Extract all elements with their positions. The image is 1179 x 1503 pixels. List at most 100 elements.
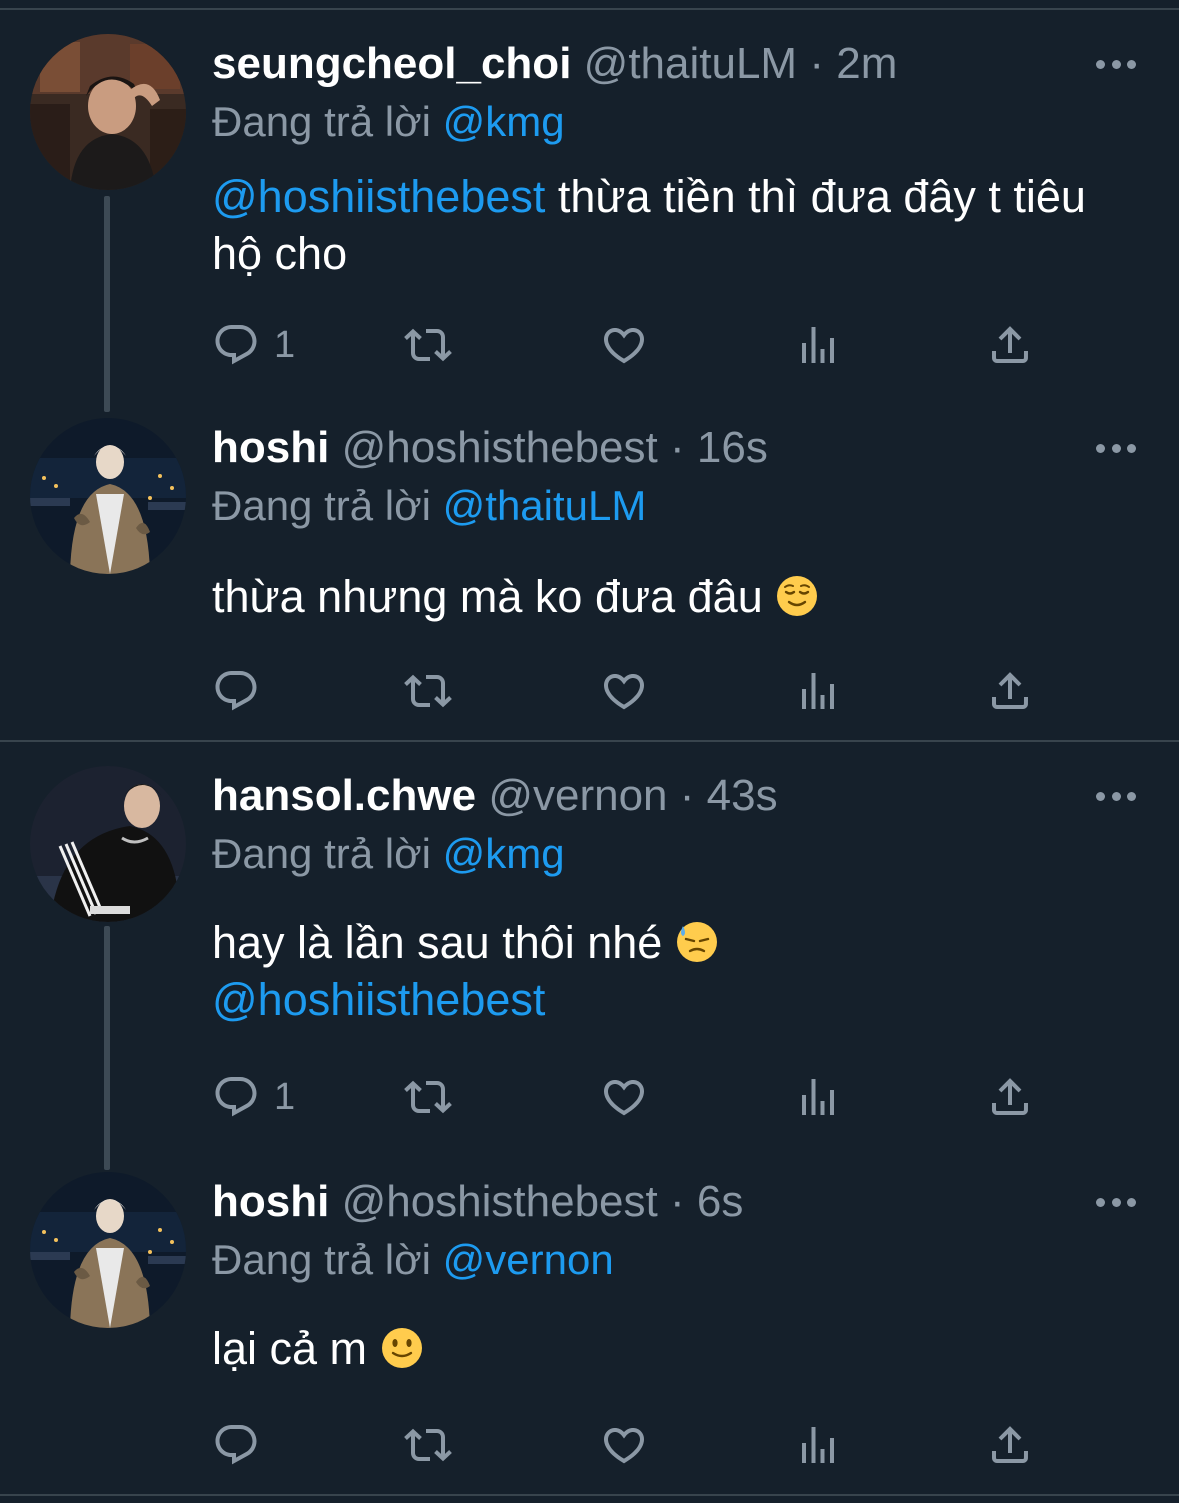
more-options-icon[interactable] bbox=[1096, 442, 1136, 454]
share-button[interactable] bbox=[986, 1072, 1034, 1122]
replying-to-label: Đang trả lời bbox=[212, 830, 431, 877]
thread-connector bbox=[104, 926, 110, 1170]
share-button[interactable] bbox=[986, 1420, 1034, 1470]
retweet-button[interactable] bbox=[404, 320, 452, 370]
analytics-icon bbox=[794, 667, 842, 715]
reply-to-mention[interactable]: @vernon bbox=[443, 1236, 614, 1283]
like-icon bbox=[600, 1073, 648, 1121]
retweet-button[interactable] bbox=[404, 1072, 452, 1122]
tweet-body: hay là lần sau thôi nhé bbox=[212, 917, 663, 968]
separator: · bbox=[669, 423, 685, 472]
share-icon bbox=[986, 667, 1034, 715]
analytics-button[interactable] bbox=[794, 1420, 842, 1470]
analytics-icon bbox=[794, 1421, 842, 1469]
tweet-body: lại cả m bbox=[212, 1323, 368, 1374]
reply-button[interactable] bbox=[212, 666, 274, 716]
thread-connector bbox=[104, 196, 110, 412]
user-handle[interactable]: @vernon bbox=[488, 771, 667, 820]
replying-to-label: Đang trả lời bbox=[212, 98, 431, 145]
analytics-button[interactable] bbox=[794, 666, 842, 716]
like-button[interactable] bbox=[600, 666, 648, 716]
tweet-text: hay là lần sau thôi nhé @hoshiisthebest bbox=[212, 914, 1112, 1028]
reply-icon bbox=[212, 667, 260, 715]
timestamp[interactable]: 6s bbox=[697, 1177, 743, 1226]
reply-to-mention[interactable]: @kmg bbox=[443, 98, 565, 145]
tweet-hansol[interactable]: hansol.chwe @vernon · 43s Đang trả lời @… bbox=[0, 742, 1179, 1170]
reply-button[interactable] bbox=[212, 1420, 274, 1470]
tweet-body: thừa nhưng mà ko đưa đâu bbox=[212, 571, 763, 622]
user-handle[interactable]: @thaituLM bbox=[584, 39, 797, 88]
tweet-hoshi-1[interactable]: hoshi @hoshisthebest · 16s Đang trả lời … bbox=[0, 400, 1179, 740]
reply-count: 1 bbox=[274, 1075, 296, 1118]
avatar[interactable] bbox=[30, 766, 186, 922]
reply-icon bbox=[212, 1421, 260, 1469]
slightly-smiling-face-emoji bbox=[381, 1328, 422, 1368]
display-name[interactable]: seungcheol_choi bbox=[212, 39, 571, 88]
retweet-icon bbox=[404, 1073, 452, 1121]
timestamp[interactable]: 2m bbox=[836, 39, 897, 88]
separator: · bbox=[809, 39, 824, 88]
retweet-icon bbox=[404, 321, 452, 369]
retweet-icon bbox=[404, 667, 452, 715]
text-mention[interactable]: @hoshiisthebest bbox=[212, 171, 545, 222]
like-button[interactable] bbox=[600, 1420, 648, 1470]
reply-button[interactable]: 1 bbox=[212, 320, 295, 370]
analytics-icon bbox=[794, 1073, 842, 1121]
tweet-header: seungcheol_choi @thaituLM · 2m bbox=[212, 36, 897, 92]
display-name[interactable]: hansol.chwe bbox=[212, 771, 476, 820]
tweet-text: @hoshiisthebest thừa tiền thì đưa đây t … bbox=[212, 168, 1112, 282]
retweet-button[interactable] bbox=[404, 1420, 452, 1470]
display-name[interactable]: hoshi bbox=[212, 1177, 329, 1226]
replying-to: Đang trả lời @vernon bbox=[212, 1232, 614, 1288]
tweet-text: thừa nhưng mà ko đưa đâu bbox=[212, 568, 1112, 625]
tweet-actions bbox=[212, 1420, 1052, 1470]
analytics-button[interactable] bbox=[794, 1072, 842, 1122]
share-icon bbox=[986, 321, 1034, 369]
more-options-icon[interactable] bbox=[1096, 58, 1136, 70]
tweet-actions: 1 bbox=[212, 320, 1052, 370]
analytics-button[interactable] bbox=[794, 320, 842, 370]
tweet-seungcheol[interactable]: seungcheol_choi @thaituLM · 2m Đang trả … bbox=[0, 0, 1179, 412]
reply-to-mention[interactable]: @kmg bbox=[443, 830, 565, 877]
like-button[interactable] bbox=[600, 320, 648, 370]
tweet-hoshi-2[interactable]: hoshi @hoshisthebest · 6s Đang trả lời @… bbox=[0, 1160, 1179, 1495]
reply-icon bbox=[212, 1073, 260, 1121]
retweet-icon bbox=[404, 1421, 452, 1469]
tweet-header: hansol.chwe @vernon · 43s bbox=[212, 768, 778, 824]
avatar[interactable] bbox=[30, 34, 186, 190]
bottom-divider bbox=[0, 1494, 1179, 1496]
tweet-header: hoshi @hoshisthebest · 16s bbox=[212, 420, 768, 476]
timestamp[interactable]: 43s bbox=[707, 771, 778, 820]
avatar[interactable] bbox=[30, 1172, 186, 1328]
replying-to-label: Đang trả lời bbox=[212, 482, 431, 529]
more-options-icon[interactable] bbox=[1096, 1196, 1136, 1208]
tweet-header: hoshi @hoshisthebest · 6s bbox=[212, 1174, 743, 1230]
share-icon bbox=[986, 1073, 1034, 1121]
more-options-icon[interactable] bbox=[1096, 790, 1136, 802]
analytics-icon bbox=[794, 321, 842, 369]
display-name[interactable]: hoshi bbox=[212, 423, 329, 472]
tweet-text: lại cả m bbox=[212, 1320, 1112, 1377]
like-icon bbox=[600, 321, 648, 369]
like-icon bbox=[600, 667, 648, 715]
replying-to-label: Đang trả lời bbox=[212, 1236, 431, 1283]
replying-to: Đang trả lời @kmg bbox=[212, 826, 565, 882]
tweet-actions: 1 bbox=[212, 1072, 1052, 1122]
relieved-face-emoji bbox=[777, 576, 818, 616]
share-button[interactable] bbox=[986, 666, 1034, 716]
tweet-actions bbox=[212, 666, 1052, 716]
like-icon bbox=[600, 1421, 648, 1469]
like-button[interactable] bbox=[600, 1072, 648, 1122]
reply-to-mention[interactable]: @thaituLM bbox=[443, 482, 647, 529]
reply-button[interactable]: 1 bbox=[212, 1072, 295, 1122]
user-handle[interactable]: @hoshisthebest bbox=[342, 423, 658, 472]
downcast-face-with-sweat-emoji bbox=[676, 922, 717, 962]
separator: · bbox=[679, 771, 695, 820]
share-button[interactable] bbox=[986, 320, 1034, 370]
text-mention[interactable]: @hoshiisthebest bbox=[212, 974, 545, 1025]
retweet-button[interactable] bbox=[404, 666, 452, 716]
reply-count: 1 bbox=[274, 323, 296, 366]
user-handle[interactable]: @hoshisthebest bbox=[342, 1177, 658, 1226]
avatar[interactable] bbox=[30, 418, 186, 574]
timestamp[interactable]: 16s bbox=[697, 423, 768, 472]
